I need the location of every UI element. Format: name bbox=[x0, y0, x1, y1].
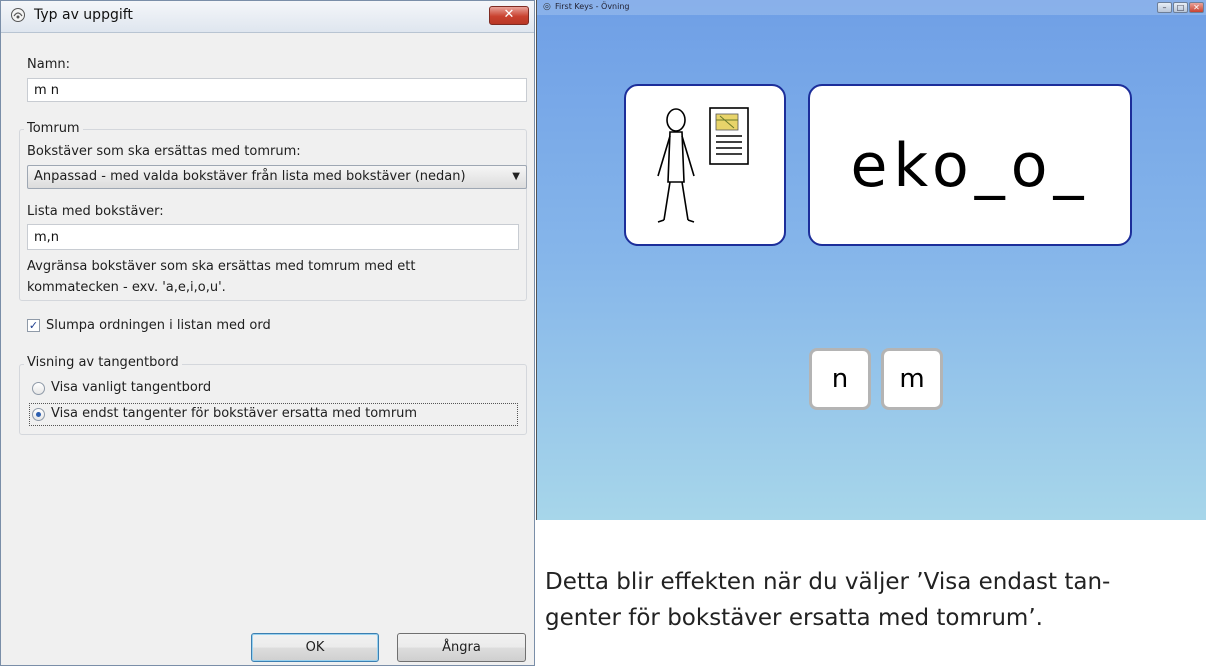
blanked-word: eko_o_ bbox=[850, 131, 1090, 201]
hint-text-line1: Avgränsa bokstäver som ska ersättas med … bbox=[27, 259, 416, 274]
app-titlebar: ◎ First Keys - Övning – □ ✕ bbox=[537, 0, 1206, 15]
shuffle-checkbox[interactable]: ✓ bbox=[27, 319, 40, 332]
maximize-icon: □ bbox=[1176, 3, 1185, 12]
dialog-titlebar: Typ av uppgift ✕ bbox=[1, 1, 534, 33]
person-with-document-icon bbox=[657, 107, 749, 223]
radio-selected-dot bbox=[36, 412, 41, 417]
caption-line1: Detta blir effekten när du väljer ’Visa … bbox=[545, 569, 1111, 595]
shuffle-label: Slumpa ordningen i listan med ord bbox=[46, 318, 271, 333]
symbol-card bbox=[624, 84, 786, 246]
first-keys-window: ◎ First Keys - Övning – □ ✕ eko_o_ n m bbox=[536, 0, 1206, 520]
app-title: First Keys - Övning bbox=[555, 2, 630, 11]
minimize-icon: – bbox=[1162, 3, 1167, 12]
radio-standard-keyboard-label: Visa vanligt tangentbord bbox=[51, 380, 212, 395]
close-icon: ✕ bbox=[503, 7, 515, 22]
dialog-title: Typ av uppgift bbox=[34, 7, 133, 23]
radio-blank-keys-only-label: Visa endst tangenter för bokstäver ersat… bbox=[51, 406, 418, 421]
app-icon: ◎ bbox=[543, 2, 551, 12]
minimize-button[interactable]: – bbox=[1157, 2, 1172, 13]
checkmark-icon: ✓ bbox=[28, 319, 39, 332]
dropdown-selected-value: Anpassad - med valda bokstäver från list… bbox=[34, 169, 466, 184]
word-card: eko_o_ bbox=[808, 84, 1132, 246]
radio-blank-keys-only[interactable] bbox=[32, 408, 45, 421]
close-button[interactable]: ✕ bbox=[489, 6, 529, 25]
hint-text-line2: kommatecken - exv. 'a,e,i,o,u'. bbox=[27, 280, 226, 295]
name-label: Namn: bbox=[27, 57, 70, 72]
radio-standard-keyboard[interactable] bbox=[32, 382, 45, 395]
ok-button[interactable]: OK bbox=[251, 633, 379, 662]
keyboard-group-legend: Visning av tangentbord bbox=[24, 355, 182, 370]
blank-letters-dropdown[interactable]: Anpassad - med valda bokstäver från list… bbox=[27, 165, 527, 189]
caption-line2: genter för bokstäver ersatta med tomrum’… bbox=[545, 605, 1043, 631]
key-m[interactable]: m bbox=[881, 348, 943, 410]
window-close-button[interactable]: ✕ bbox=[1189, 2, 1204, 13]
name-input[interactable] bbox=[27, 78, 527, 102]
maximize-button[interactable]: □ bbox=[1173, 2, 1188, 13]
letters-label: Bokstäver som ska ersättas med tomrum: bbox=[27, 144, 301, 159]
key-n[interactable]: n bbox=[809, 348, 871, 410]
caption-text: Detta blir effekten när du väljer ’Visa … bbox=[545, 564, 1185, 636]
app-icon bbox=[11, 8, 25, 22]
task-type-dialog: Typ av uppgift ✕ Namn: Tomrum Bokstäver … bbox=[0, 0, 535, 666]
letter-list-input[interactable] bbox=[27, 224, 519, 250]
chevron-down-icon: ▼ bbox=[512, 171, 520, 182]
cancel-button[interactable]: Ångra bbox=[397, 633, 526, 662]
blank-group-legend: Tomrum bbox=[24, 121, 83, 136]
close-icon: ✕ bbox=[1193, 3, 1200, 12]
letter-list-label: Lista med bokstäver: bbox=[27, 204, 164, 219]
